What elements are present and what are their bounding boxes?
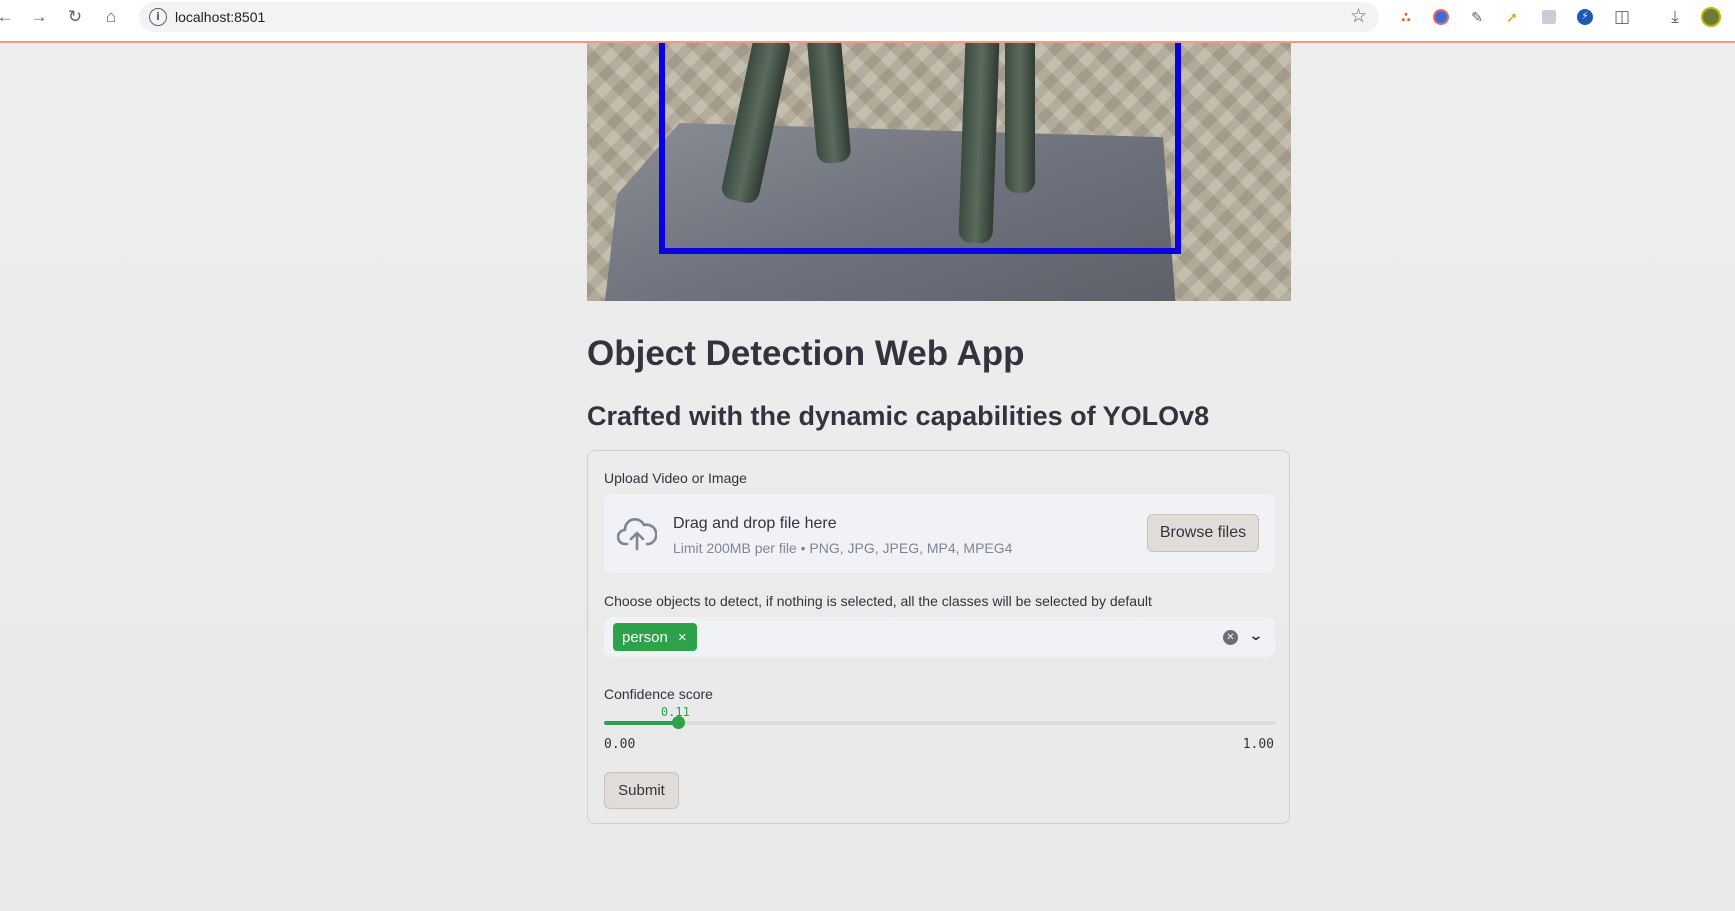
bounding-box — [659, 43, 1181, 254]
page-subtitle: Crafted with the dynamic capabilities of… — [587, 401, 1210, 431]
detection-form: Upload Video or Image Drag and drop file… — [587, 450, 1290, 824]
reload-icon[interactable]: ↻ — [64, 6, 86, 28]
site-info-icon[interactable]: i — [149, 8, 167, 26]
classes-multiselect[interactable]: person × ✕ ⌄ — [604, 617, 1275, 657]
tag-remove-icon[interactable]: × — [678, 629, 687, 646]
confidence-slider-fill — [604, 721, 678, 725]
bookmark-star-icon[interactable]: ☆ — [1350, 5, 1367, 28]
lightning-extension-icon[interactable]: ➚ — [1502, 7, 1522, 27]
back-icon[interactable]: ← — [0, 6, 16, 28]
url-text: localhost:8501 — [175, 9, 266, 25]
selected-tag-person: person × — [613, 623, 697, 651]
confidence-slider-thumb[interactable] — [671, 716, 685, 729]
profile-avatar[interactable] — [1701, 7, 1721, 27]
analytics-extension-icon[interactable]: ∴ — [1396, 7, 1416, 27]
address-bar[interactable]: i localhost:8501 ☆ — [139, 2, 1379, 32]
classes-label: Choose objects to detect, if nothing is … — [604, 593, 1152, 609]
tag-label: person — [622, 628, 668, 646]
confidence-max-label: 1.00 — [1242, 737, 1274, 752]
uploader-label: Upload Video or Image — [604, 470, 747, 486]
confidence-slider-track[interactable] — [604, 716, 1276, 729]
forward-icon[interactable]: → — [28, 6, 50, 28]
download-icon[interactable]: ⤓ — [1665, 7, 1685, 27]
page-title: Object Detection Web App — [587, 334, 1025, 373]
file-dropzone[interactable]: Drag and drop file here Limit 200MB per … — [604, 494, 1275, 573]
browse-files-button[interactable]: Browse files — [1147, 514, 1259, 552]
home-icon[interactable]: ⌂ — [100, 6, 122, 28]
submit-button[interactable]: Submit — [604, 772, 679, 809]
dropzone-instructions: Drag and drop file here — [673, 515, 837, 532]
detection-result-image — [587, 43, 1291, 301]
confidence-min-label: 0.00 — [604, 737, 636, 752]
chrome-extension-icon[interactable] — [1431, 7, 1451, 27]
bolt-extension-icon[interactable]: ⚡ — [1575, 7, 1595, 27]
extensions-puzzle-icon[interactable]: ◫ — [1612, 7, 1632, 27]
clear-selection-icon[interactable]: ✕ — [1223, 630, 1238, 645]
cloud-upload-icon — [617, 518, 657, 551]
dropzone-limits: Limit 200MB per file • PNG, JPG, JPEG, M… — [673, 540, 1013, 556]
chevron-down-icon[interactable]: ⌄ — [1249, 627, 1264, 644]
profile-extension-icon[interactable] — [1539, 7, 1559, 27]
confidence-label: Confidence score — [604, 686, 713, 702]
browser-toolbar: ← → ↻ ⌂ i localhost:8501 ☆ ∴ ✎ ➚ ⚡ ◫ ⤓ — [0, 0, 1735, 43]
edit-extension-icon[interactable]: ✎ — [1467, 7, 1487, 27]
